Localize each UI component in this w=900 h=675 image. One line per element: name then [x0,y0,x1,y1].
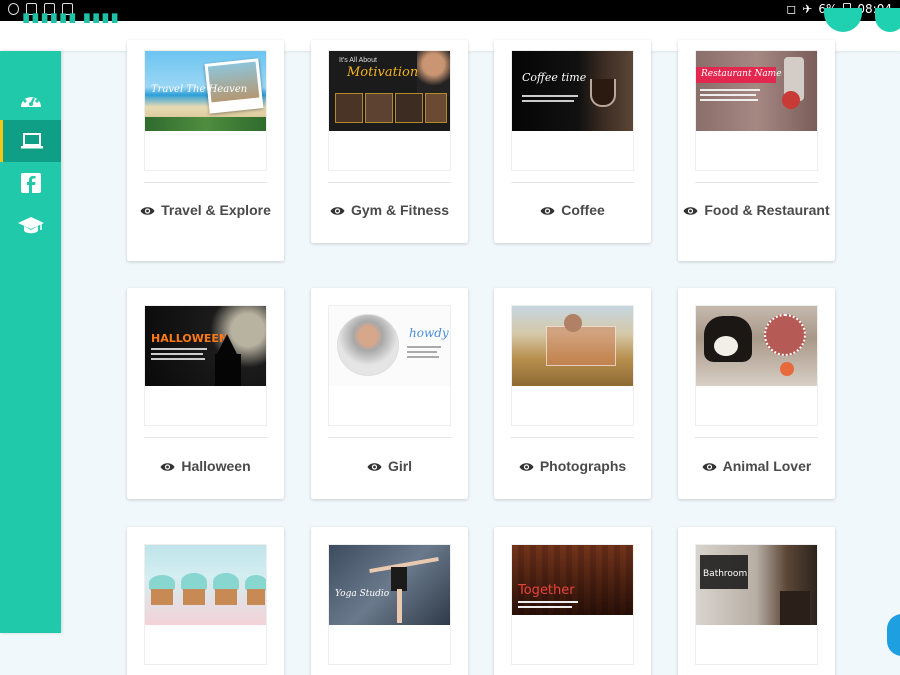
thumbnail-title: Coffee time [522,71,587,84]
template-card-halloween[interactable]: HALLOWEEN Halloween [127,288,284,499]
thumbnail-frame: Yoga Studio [328,544,451,665]
laptop-icon [21,133,43,149]
thumbnail-frame: Bathroom [695,544,818,665]
thumbnail-image [696,306,817,386]
card-caption: Coffee [494,202,651,219]
thumbnail-title: Motivation [347,65,419,80]
eye-icon [519,463,534,471]
card-caption: Food & Restaurant [678,202,835,219]
eye-icon [702,463,717,471]
sidebar-item-graduation[interactable] [0,204,61,246]
divider [328,437,451,438]
thumbnail-frame: Together [511,544,634,665]
wifi-icon: ◻ [786,2,797,16]
thumbnail-title: Travel The Heaven [151,84,248,95]
thumbnail-image: Coffee time [512,51,633,131]
template-card-photographs[interactable]: Photographs [494,288,651,499]
divider [144,182,267,183]
card-caption: Animal Lover [678,458,835,475]
template-card-girl[interactable]: howdy Girl [311,288,468,499]
card-caption: Travel & Explore [127,202,284,219]
thumbnail-frame: Travel The Heaven [144,50,267,171]
template-card-animal-lover[interactable]: Animal Lover [678,288,835,499]
template-card-bathroom[interactable]: Bathroom [678,527,835,675]
thumbnail-frame [144,544,267,665]
divider [144,437,267,438]
template-card-together[interactable]: Together [494,527,651,675]
thumbnail-frame: howdy [328,305,451,426]
divider [511,182,634,183]
thumbnail-title: Together [518,583,575,598]
sidebar-item-facebook[interactable] [0,162,61,204]
eye-icon [140,207,155,215]
thumbnail-image: howdy [329,306,450,386]
facebook-icon [20,173,41,193]
template-card-cupcakes[interactable] [127,527,284,675]
thumbnail-title: Bathroom [703,569,748,579]
thumbnail-title: howdy [409,326,449,340]
divider [328,182,451,183]
eye-icon [367,463,382,471]
template-card-travel[interactable]: Travel The Heaven Travel & Explore [127,40,284,261]
template-card-yoga[interactable]: Yoga Studio [311,527,468,675]
card-caption: Girl [311,458,468,475]
thumbnail-image: Yoga Studio [329,545,450,625]
thumbnail-frame [511,305,634,426]
airplane-icon: ✈ [802,2,813,16]
floating-action-button[interactable] [887,614,900,656]
eye-icon [683,207,698,215]
sidebar-item-dashboard[interactable] [0,78,61,120]
thumbnail-frame: HALLOWEEN [144,305,267,426]
thumbnail-frame: It's All About Motivation [328,50,451,171]
graduation-cap-icon [17,217,44,234]
eye-icon [160,463,175,471]
thumbnail-frame [695,305,818,426]
eye-icon [330,207,345,215]
thumbnail-image: Travel The Heaven [145,51,266,131]
template-card-gym[interactable]: It's All About Motivation Gym & Fitness [311,40,468,243]
thumbnail-image: Together [512,545,633,615]
thumbnail-image [512,306,633,386]
card-caption: Photographs [494,458,651,475]
card-caption: Gym & Fitness [311,202,468,219]
dashboard-icon [20,92,41,107]
minus-circle-icon [8,3,19,15]
eye-icon [540,207,555,215]
divider [695,182,818,183]
thumbnail-frame: Coffee time [511,50,634,171]
thumbnail-image: HALLOWEEN [145,306,266,386]
thumbnail-image: It's All About Motivation [329,51,450,131]
sidebar [0,51,61,633]
thumbnail-frame: Restaurant Name [695,50,818,171]
thumbnail-image: Restaurant Name [696,51,817,131]
template-card-coffee[interactable]: Coffee time Coffee [494,40,651,243]
divider [511,437,634,438]
logo: ▮▮▮▮▮▮ ▮▮▮▮ [22,13,120,23]
template-card-food[interactable]: Restaurant Name Food & Restaurant [678,40,835,261]
thumbnail-title: Yoga Studio [335,589,390,599]
card-caption: Halloween [127,458,284,475]
sidebar-item-laptop[interactable] [0,120,61,162]
thumbnail-title: Restaurant Name [701,69,782,79]
thumbnail-image [145,545,266,625]
thumbnail-image: Bathroom [696,545,817,625]
divider [695,437,818,438]
